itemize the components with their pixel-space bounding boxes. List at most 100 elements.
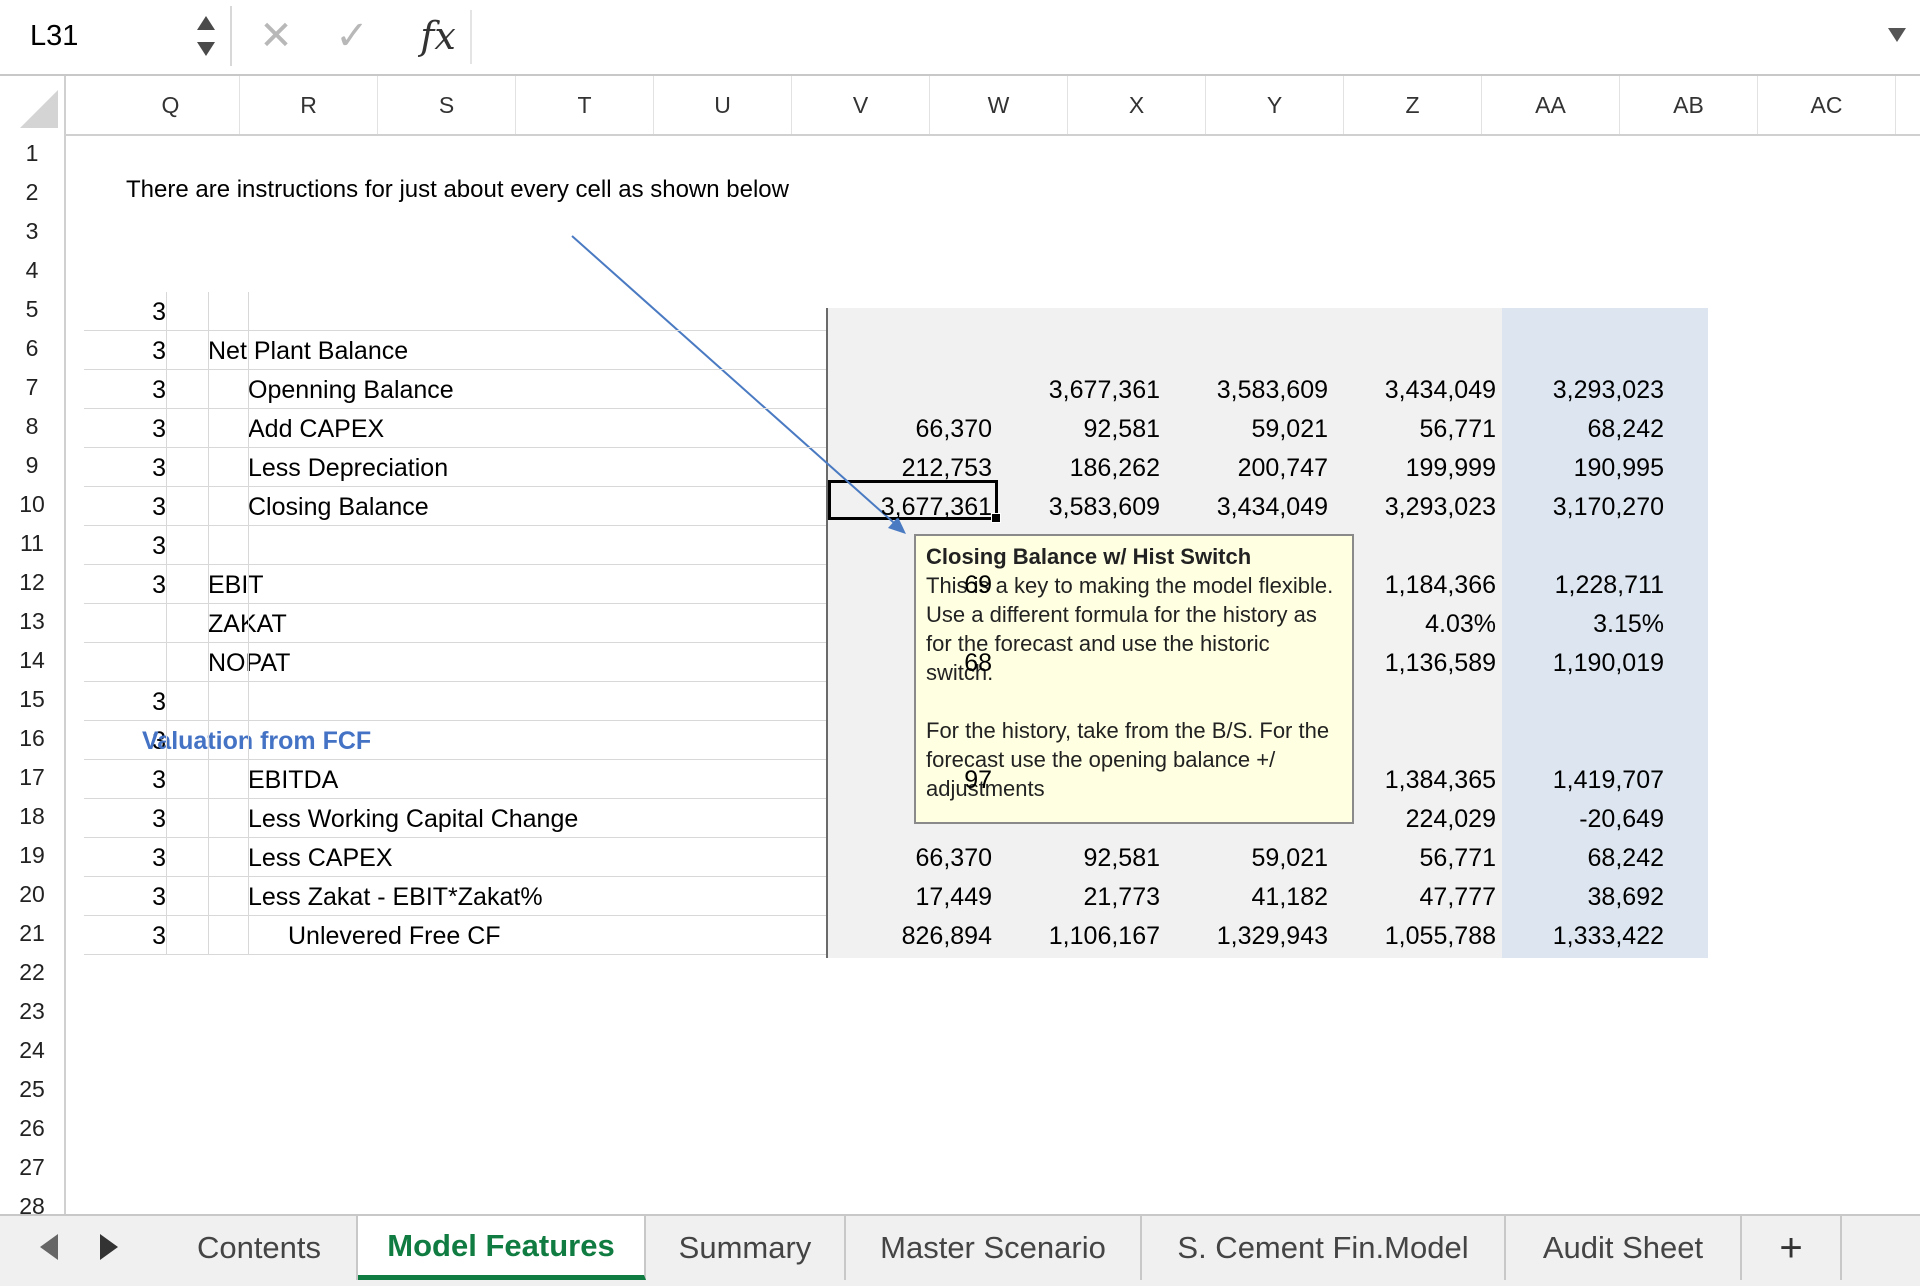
- row-header-6[interactable]: 6: [0, 329, 64, 368]
- sheet-tab-summary[interactable]: Summary: [646, 1216, 846, 1280]
- column-header-v[interactable]: V: [792, 76, 930, 134]
- enter-icon[interactable]: ✓: [328, 10, 376, 62]
- row-label[interactable]: EBIT: [208, 571, 264, 600]
- value-cell[interactable]: 68,242: [1504, 415, 1664, 444]
- level-cell[interactable]: 3: [126, 532, 166, 561]
- row-label[interactable]: NOPAT: [208, 649, 290, 678]
- row-header-17[interactable]: 17: [0, 758, 64, 797]
- row-header-21[interactable]: 21: [0, 914, 64, 953]
- value-cell[interactable]: 200,747: [1168, 454, 1328, 483]
- row-header-3[interactable]: 3: [0, 212, 64, 251]
- sheet-tab-contents[interactable]: Contents: [162, 1216, 358, 1280]
- column-header-u[interactable]: U: [654, 76, 792, 134]
- value-cell[interactable]: 199,999: [1336, 454, 1496, 483]
- value-cell[interactable]: 212,753: [832, 454, 992, 483]
- value-cell[interactable]: 190,995: [1504, 454, 1664, 483]
- column-header-z[interactable]: Z: [1344, 76, 1482, 134]
- value-cell[interactable]: 68,242: [1504, 844, 1664, 873]
- add-sheet-icon[interactable]: +: [1742, 1216, 1842, 1280]
- value-cell[interactable]: 41,182: [1168, 883, 1328, 912]
- value-cell[interactable]: 186,262: [1000, 454, 1160, 483]
- previous-sheet-icon[interactable]: [40, 1234, 58, 1260]
- value-cell[interactable]: 92,581: [1000, 415, 1160, 444]
- value-cell[interactable]: 4.03%: [1336, 610, 1496, 639]
- row-label[interactable]: Openning Balance: [248, 376, 454, 405]
- column-header-w[interactable]: W: [930, 76, 1068, 134]
- level-cell[interactable]: 3: [126, 766, 166, 795]
- value-cell[interactable]: 3,293,023: [1336, 493, 1496, 522]
- row-label[interactable]: Valuation from FCF: [142, 727, 371, 756]
- row-header-24[interactable]: 24: [0, 1031, 64, 1070]
- level-cell[interactable]: 3: [126, 454, 166, 483]
- row-header-11[interactable]: 11: [0, 524, 64, 563]
- chevron-down-icon[interactable]: [197, 42, 215, 56]
- row-header-19[interactable]: 19: [0, 836, 64, 875]
- column-header-t[interactable]: T: [516, 76, 654, 134]
- level-cell[interactable]: 3: [126, 688, 166, 717]
- row-header-25[interactable]: 25: [0, 1070, 64, 1109]
- expand-formula-icon[interactable]: [1888, 28, 1906, 42]
- value-cell[interactable]: 3,434,049: [1168, 493, 1328, 522]
- row-label[interactable]: Less Zakat - EBIT*Zakat%: [248, 883, 543, 912]
- value-cell[interactable]: 1,190,019: [1504, 649, 1664, 678]
- row-label[interactable]: Closing Balance: [248, 493, 429, 522]
- row-label[interactable]: EBITDA: [248, 766, 338, 795]
- row-header-22[interactable]: 22: [0, 953, 64, 992]
- value-cell[interactable]: 59,021: [1168, 415, 1328, 444]
- value-cell[interactable]: 21,773: [1000, 883, 1160, 912]
- level-cell[interactable]: 3: [126, 883, 166, 912]
- value-cell[interactable]: 3,170,270: [1504, 493, 1664, 522]
- value-cell[interactable]: 66,370: [832, 844, 992, 873]
- column-header-r[interactable]: R: [240, 76, 378, 134]
- row-header-5[interactable]: 5: [0, 290, 64, 329]
- worksheet-grid[interactable]: There are instructions for just about ev…: [66, 136, 1920, 1214]
- row-label[interactable]: Add CAPEX: [248, 415, 384, 444]
- cancel-icon[interactable]: ✕: [252, 10, 300, 62]
- value-cell[interactable]: 1,333,422: [1504, 922, 1664, 951]
- column-header-q[interactable]: Q: [102, 76, 240, 134]
- row-label[interactable]: Net Plant Balance: [208, 337, 408, 366]
- column-header-ab[interactable]: AB: [1620, 76, 1758, 134]
- column-header-aa[interactable]: AA: [1482, 76, 1620, 134]
- chevron-up-icon[interactable]: [197, 16, 215, 30]
- row-label[interactable]: Unlevered Free CF: [288, 922, 501, 951]
- row-header-18[interactable]: 18: [0, 797, 64, 836]
- row-header-4[interactable]: 4: [0, 251, 64, 290]
- level-cell[interactable]: 3: [126, 922, 166, 951]
- row-header-27[interactable]: 27: [0, 1148, 64, 1187]
- formula-input[interactable]: [476, 10, 1856, 64]
- value-cell[interactable]: 1,106,167: [1000, 922, 1160, 951]
- value-cell[interactable]: 66,370: [832, 415, 992, 444]
- value-cell[interactable]: 3.15%: [1504, 610, 1664, 639]
- row-header-16[interactable]: 16: [0, 719, 64, 758]
- value-cell[interactable]: 3,583,609: [1168, 376, 1328, 405]
- value-cell[interactable]: 47,777: [1336, 883, 1496, 912]
- row-header-2[interactable]: 2: [0, 173, 64, 212]
- sheet-tab-s-cement-fin-model[interactable]: S. Cement Fin.Model: [1142, 1216, 1506, 1280]
- value-cell[interactable]: 1,419,707: [1504, 766, 1664, 795]
- level-cell[interactable]: 3: [126, 805, 166, 834]
- row-header-8[interactable]: 8: [0, 407, 64, 446]
- select-all-icon[interactable]: [20, 90, 58, 128]
- name-box[interactable]: L31: [8, 6, 232, 66]
- row-header-10[interactable]: 10: [0, 485, 64, 524]
- value-cell[interactable]: 3,583,609: [1000, 493, 1160, 522]
- next-sheet-icon[interactable]: [100, 1234, 118, 1260]
- row-label[interactable]: Less Depreciation: [248, 454, 448, 483]
- sheet-tab-model-features[interactable]: Model Features: [358, 1216, 646, 1280]
- value-cell[interactable]: -20,649: [1504, 805, 1664, 834]
- value-cell[interactable]: 3,677,361: [1000, 376, 1160, 405]
- value-cell[interactable]: 1,329,943: [1168, 922, 1328, 951]
- level-cell[interactable]: 3: [126, 376, 166, 405]
- row-label[interactable]: Less Working Capital Change: [248, 805, 578, 834]
- value-cell[interactable]: 56,771: [1336, 844, 1496, 873]
- value-cell[interactable]: 3,677,361: [832, 493, 992, 522]
- value-cell[interactable]: 17,449: [832, 883, 992, 912]
- value-cell[interactable]: 38,692: [1504, 883, 1664, 912]
- row-header-23[interactable]: 23: [0, 992, 64, 1031]
- row-header-13[interactable]: 13: [0, 602, 64, 641]
- sheet-tab-master-scenario[interactable]: Master Scenario: [846, 1216, 1142, 1280]
- column-header-x[interactable]: X: [1068, 76, 1206, 134]
- row-header-14[interactable]: 14: [0, 641, 64, 680]
- select-all-corner[interactable]: [0, 76, 66, 134]
